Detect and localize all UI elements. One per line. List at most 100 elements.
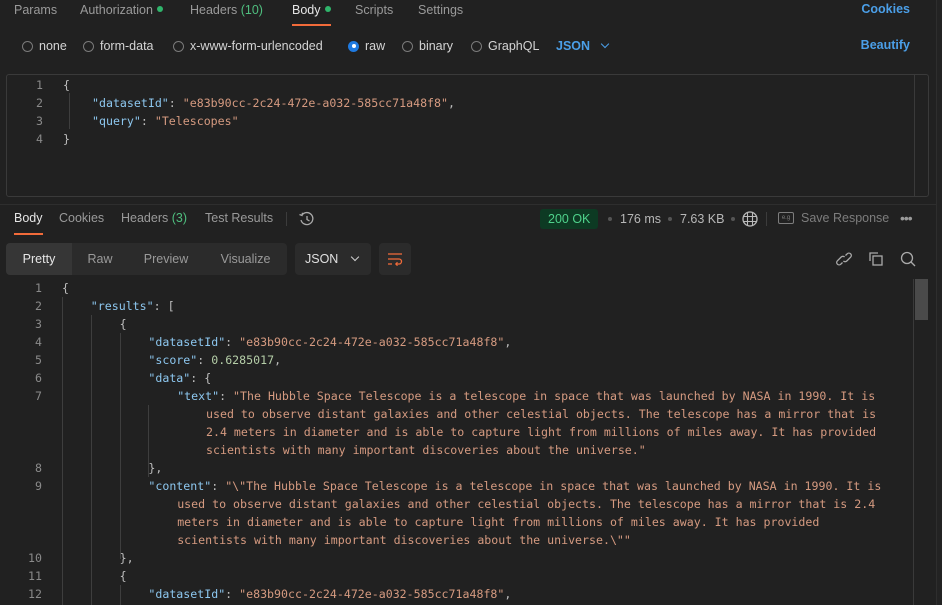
raw-format-dropdown[interactable]: JSON [556,36,610,56]
token-punc: : [225,587,240,601]
request-body-editor[interactable]: 1{2 "datasetId": "e83b90cc-2c24-472e-a032… [6,74,929,197]
radio-graphql[interactable]: GraphQL [471,36,539,56]
save-response-button[interactable]: e.g Save Response [778,211,889,225]
editor-scrollbar[interactable] [914,75,928,196]
token-punc: , [504,335,512,349]
response-format-dropdown[interactable]: JSON [295,243,371,275]
token-key: "data" [148,371,191,385]
code-line: used to observe distant galaxies and oth… [0,495,912,513]
tab-settings[interactable]: Settings [418,2,463,26]
token-str: used to observe distant galaxies and oth… [206,407,877,421]
response-body-viewer[interactable]: 1{2 "results": [3{4 "datasetId": "e83b90cc… [0,279,936,605]
token-punc: { [119,569,127,583]
token-str: 2.4 meters in diameter and is able to ca… [206,425,877,439]
radio-none[interactable]: none [22,36,67,56]
tab-authorization[interactable]: Authorization [80,2,163,26]
radio-label: GraphQL [488,39,540,53]
code-line: meters in diameter and is able to captur… [0,513,912,531]
search-icon[interactable] [899,250,917,268]
response-time[interactable]: 176 ms [620,212,661,226]
code-line: 1{ [7,76,907,94]
token-str: "e83b90cc-2c24-472e-a032-585cc71a48f8" [239,587,505,601]
token-key: "content" [148,479,212,493]
token-punc: : [140,114,155,128]
code-line: 2.4 meters in diameter and is able to ca… [0,423,912,441]
token-str: "e83b90cc-2c24-472e-a032-585cc71a48f8" [182,96,448,110]
code-text: "score": 0.6285017, [148,351,281,369]
tab-body[interactable]: Body [292,2,331,26]
token-key: "datasetId" [92,96,169,110]
line-number: 7 [35,389,42,403]
wrap-lines-button[interactable] [379,243,411,275]
token-str: "e83b90cc-2c24-472e-a032-585cc71a48f8" [239,335,505,349]
token-str: used to observe distant galaxies and oth… [177,497,876,511]
radio-form-data[interactable]: form-data [83,36,154,56]
line-number: 11 [28,569,42,583]
code-line: 8}, [0,459,912,477]
response-size[interactable]: 7.63 KB [680,212,724,226]
code-text: }, [120,549,134,567]
pane-divider[interactable] [0,204,936,205]
tab-params[interactable]: Params [14,2,57,26]
code-text: "data": { [148,369,211,387]
code-line: 2 "datasetId": "e83b90cc-2c24-472e-a032-5… [7,94,907,112]
tab-response-cookies[interactable]: Cookies [59,211,104,235]
response-scrollbar[interactable] [913,279,928,605]
request-tabs: Params Authorization Headers (10) Body S… [0,0,936,28]
code-text: }, [148,459,162,477]
globe-icon[interactable] [741,210,759,228]
view-preview[interactable]: Preview [128,243,204,275]
separator-dot [668,217,672,221]
line-number: 1 [35,281,42,295]
tab-label: Body [14,211,43,225]
radio-x-www-form-urlencoded[interactable]: x-www-form-urlencoded [173,36,323,56]
view-visualize[interactable]: Visualize [204,243,287,275]
save-response-icon: e.g [778,212,794,224]
code-text: 2.4 meters in diameter and is able to ca… [206,423,876,441]
view-raw[interactable]: Raw [72,243,128,275]
radio-raw[interactable]: raw [348,36,385,56]
code-text: scientists with many important discoveri… [206,441,646,459]
token-punc: { [62,281,69,295]
tab-test-results[interactable]: Test Results [205,211,273,235]
separator-dot [608,217,612,221]
radio-circle-icon [402,40,413,52]
tab-scripts[interactable]: Scripts [355,2,393,26]
modified-dot-icon [324,6,331,12]
line-number: 4 [35,335,42,349]
code-line: 3 "query": "Telescopes" [7,112,907,130]
radio-circle-icon [173,40,184,52]
copy-icon[interactable] [867,250,885,268]
view-pretty[interactable]: Pretty [6,243,72,275]
status-badge[interactable]: 200 OK [540,209,599,229]
tab-response-body[interactable]: Body [14,211,43,235]
link-icon[interactable] [835,250,853,268]
tab-headers[interactable]: Headers (10) [190,2,263,26]
history-icon[interactable] [298,210,316,228]
line-number: 1 [36,78,43,92]
token-str: meters in diameter and is able to captur… [177,515,820,529]
radio-circle-icon [471,40,482,52]
cookies-link[interactable]: Cookies [861,2,910,16]
line-number: 6 [35,371,42,385]
code-text: "text": "The Hubble Space Telescope is a… [177,387,875,405]
tab-label: Params [14,3,58,17]
code-line: 2 "results": [ [0,297,912,315]
code-text: "query": "Telescopes" [92,112,239,130]
code-text: { [120,567,127,585]
tabs-separator [286,212,287,226]
code-text: { [63,76,70,94]
radio-checked-icon [348,40,359,52]
radio-binary[interactable]: binary [402,36,453,56]
code-text: { [120,315,127,333]
line-number: 2 [35,299,42,313]
scrollbar-thumb[interactable] [915,279,928,320]
tab-response-headers[interactable]: Headers (3) [121,211,187,235]
more-options-icon[interactable]: ••• [900,210,913,226]
beautify-button[interactable]: Beautify [861,38,910,52]
line-number: 8 [35,461,42,475]
code-text: meters in diameter and is able to captur… [177,513,819,531]
radio-label: x-www-form-urlencoded [190,39,323,53]
code-text: "datasetId": "e83b90cc-2c24-472e-a032-58… [148,585,511,603]
code-line: 12 "datasetId": "e83b90cc-2c24-472e-a032-… [0,585,912,603]
